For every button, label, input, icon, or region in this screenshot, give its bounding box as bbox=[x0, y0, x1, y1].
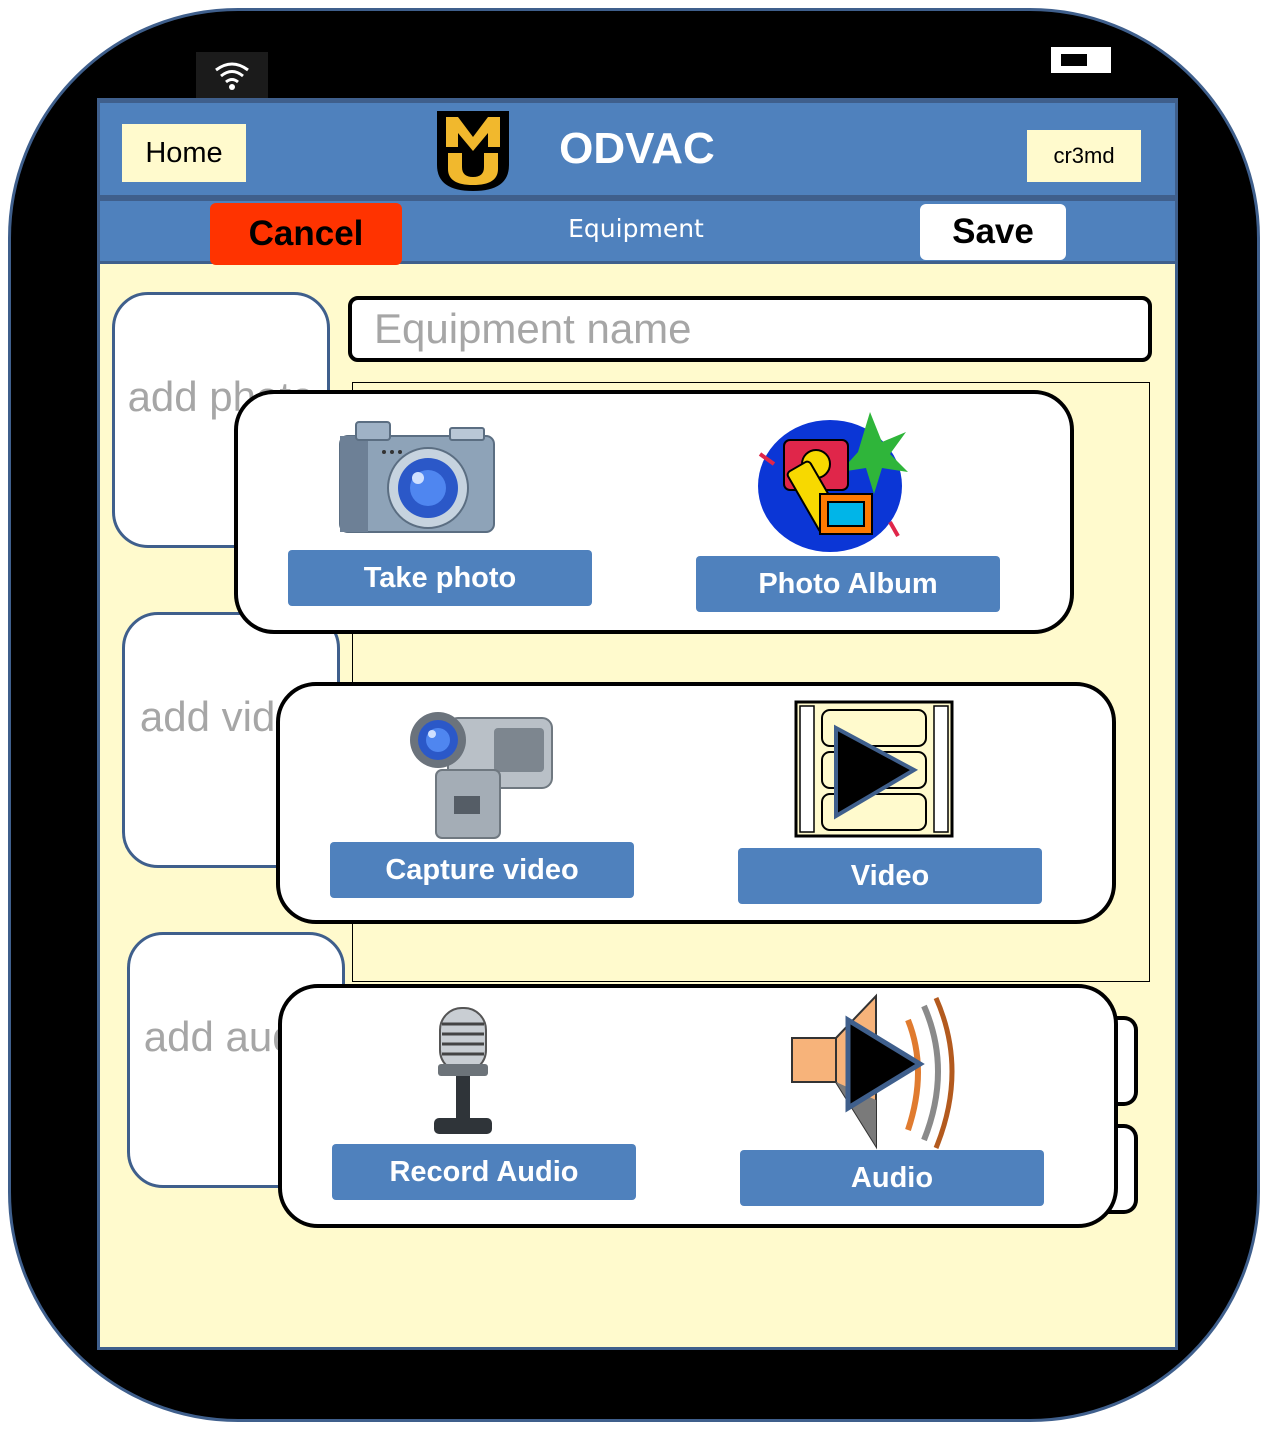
speaker-icon[interactable] bbox=[788, 990, 968, 1154]
status-time: 10:30 AM bbox=[595, 64, 685, 87]
mu-logo bbox=[437, 111, 509, 191]
camcorder-icon[interactable] bbox=[408, 700, 568, 842]
photo-album-button[interactable]: Photo Album bbox=[696, 556, 1000, 612]
equipment-name-input[interactable] bbox=[348, 296, 1152, 362]
home-button[interactable]: Home bbox=[122, 124, 246, 182]
microphone-icon[interactable] bbox=[428, 1006, 498, 1140]
status-bar-wifi bbox=[196, 52, 268, 98]
photo-album-icon[interactable] bbox=[750, 402, 910, 562]
video-button[interactable]: Video bbox=[738, 848, 1042, 904]
capture-video-button[interactable]: Capture video bbox=[330, 842, 634, 898]
video-film-icon[interactable] bbox=[794, 700, 954, 840]
app-title: ODVAC bbox=[559, 124, 715, 173]
video-options-panel: Capture video Video bbox=[276, 682, 1116, 924]
camera-icon[interactable] bbox=[338, 414, 498, 538]
page-title: Equipment bbox=[568, 214, 704, 243]
take-photo-button[interactable]: Take photo bbox=[288, 550, 592, 606]
wifi-icon bbox=[215, 62, 249, 90]
record-audio-button[interactable]: Record Audio bbox=[332, 1144, 636, 1200]
battery-level bbox=[1061, 54, 1087, 66]
photo-options-panel: Take photo Photo Album bbox=[234, 390, 1074, 634]
user-account-button[interactable]: cr3md bbox=[1027, 130, 1141, 182]
audio-options-panel: Record Audio Audio bbox=[278, 984, 1118, 1228]
audio-button[interactable]: Audio bbox=[740, 1150, 1044, 1206]
save-button[interactable]: Save bbox=[920, 204, 1066, 260]
battery-icon bbox=[1048, 44, 1114, 76]
cancel-button[interactable]: Cancel bbox=[210, 203, 402, 265]
